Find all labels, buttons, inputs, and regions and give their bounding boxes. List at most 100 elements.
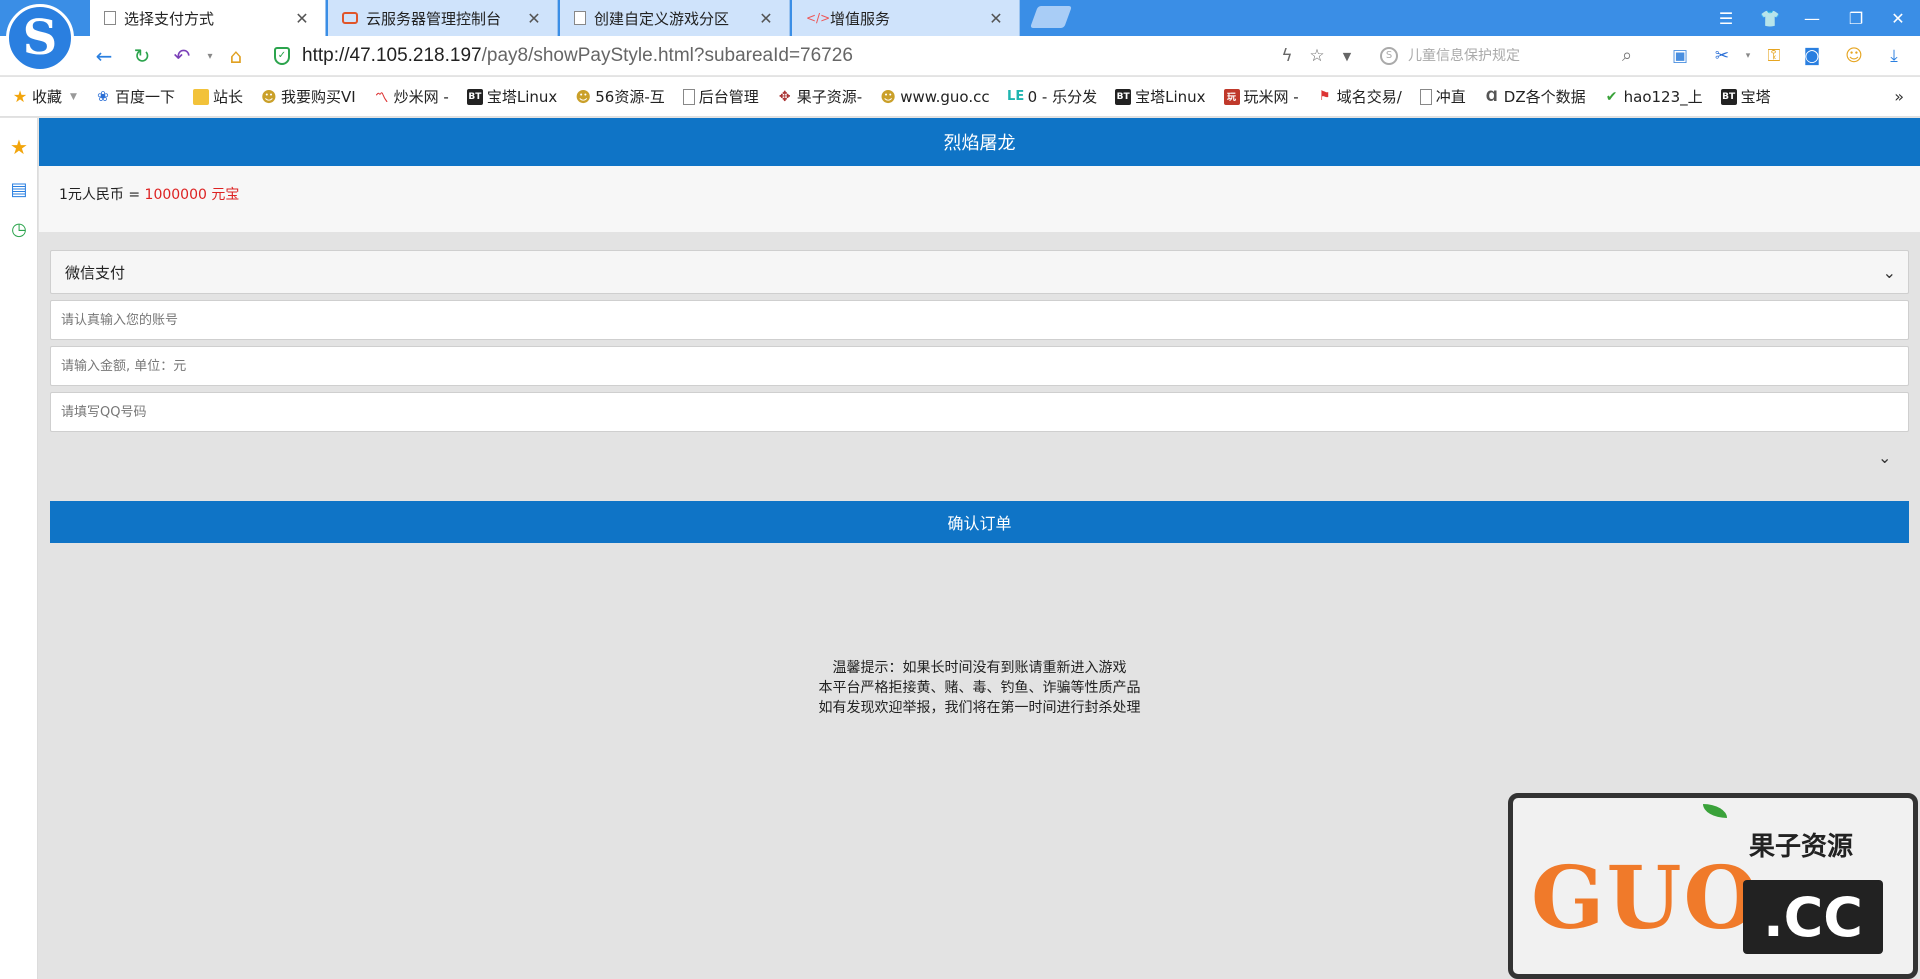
bookmark-label: 后台管理: [698, 88, 759, 106]
bookmark-item[interactable]: 玩玩米网 -: [1223, 86, 1299, 107]
cloud-icon: [342, 12, 358, 24]
browser-logo-icon[interactable]: S: [6, 4, 74, 72]
bookmark-item[interactable]: BT 宝塔: [1720, 86, 1771, 107]
page-icon: [104, 11, 116, 25]
reader-icon[interactable]: ▤: [8, 178, 30, 200]
close-window-icon[interactable]: ✕: [1878, 0, 1918, 36]
home-icon[interactable]: ⌂: [222, 44, 250, 68]
bookmark-item[interactable]: 冲直: [1419, 86, 1466, 107]
bookmark-label: 宝塔Linux: [486, 88, 558, 106]
smile-icon: ☻: [575, 87, 592, 106]
smile-icon: ☻: [261, 87, 277, 106]
minimize-icon[interactable]: —: [1792, 0, 1832, 36]
bookmark-label: 玩米网 -: [1243, 88, 1299, 106]
refresh-icon[interactable]: ↻: [128, 44, 156, 68]
screenshot-icon[interactable]: ▣: [1668, 44, 1692, 68]
key-icon[interactable]: ⚿: [1762, 44, 1786, 68]
dz-icon: Ɑ: [1485, 88, 1498, 105]
image-search-icon[interactable]: ◙: [1800, 44, 1824, 68]
wan-icon: 玩: [1223, 88, 1240, 105]
more-bookmarks-icon[interactable]: »: [1894, 87, 1904, 106]
tab-title: 增值服务: [830, 9, 891, 28]
scissors-icon[interactable]: ✂: [1710, 44, 1734, 68]
restore-icon[interactable]: ❐: [1836, 0, 1876, 36]
skin-icon[interactable]: 👕: [1750, 0, 1790, 36]
payment-method-select[interactable]: 微信支付 ⌄: [50, 250, 1909, 294]
chevron-down-icon: ⌄: [1882, 263, 1896, 282]
amount-input[interactable]: [50, 346, 1909, 386]
lightning-icon[interactable]: ϟ: [1276, 45, 1298, 67]
confirm-order-button[interactable]: 确认订单: [50, 501, 1909, 543]
chart-icon: 〽: [375, 91, 389, 106]
tab-title: 创建自定义游戏分区: [594, 9, 730, 28]
search-input[interactable]: [1408, 48, 1618, 64]
bookmark-item[interactable]: BT 宝塔Linux: [466, 86, 558, 107]
bookmark-item[interactable]: Ɑ DZ各个数据: [1484, 86, 1586, 107]
search-box[interactable]: S: [1380, 42, 1650, 70]
watermark-domain: .CC: [1743, 880, 1883, 954]
dropdown-icon[interactable]: ▼: [1336, 45, 1358, 67]
bookmark-favorites[interactable]: ★ 收藏 ▼: [12, 86, 77, 107]
tab-strip: S 选择支付方式 ✕ 云服务器管理控制台 ✕ 创建自定义游戏分区 ✕ </> 增…: [0, 0, 1920, 72]
chevron-down-icon[interactable]: ⌄: [1878, 448, 1891, 467]
account-input[interactable]: [50, 300, 1909, 340]
close-icon[interactable]: ✕: [293, 9, 311, 28]
sidebar: ★ ▤ ◷: [0, 118, 38, 979]
bookmark-item[interactable]: BT 宝塔Linux: [1115, 86, 1206, 107]
undo-dropdown-icon[interactable]: ▾: [196, 44, 224, 68]
download-icon[interactable]: ⤓: [1882, 44, 1906, 68]
bookmark-item[interactable]: ⚑ 域名交易/: [1317, 86, 1402, 107]
security-shield-icon[interactable]: ✓: [274, 47, 290, 65]
cross-icon: ✥: [778, 88, 791, 105]
back-icon[interactable]: ←: [90, 44, 118, 68]
rate-prefix: 1元人民币 =: [59, 187, 145, 203]
url-path: /pay8/showPayStyle.html?subareaId=76726: [481, 45, 853, 66]
undo-icon[interactable]: ↶: [168, 44, 196, 68]
menu-icon[interactable]: ☰: [1706, 0, 1746, 36]
favorites-star-icon[interactable]: ★: [8, 135, 30, 159]
notice-line: 本平台严格拒接黄、赌、毒、钓鱼、诈骗等性质产品: [818, 680, 1141, 696]
bookmark-item[interactable]: 〽炒米网 -: [374, 86, 449, 107]
code-icon: </>: [806, 11, 831, 25]
bookmark-star-icon[interactable]: ☆: [1306, 45, 1328, 67]
more-icon[interactable]: ☺: [1842, 44, 1866, 68]
tab-value-added[interactable]: </> 增值服务 ✕: [792, 0, 1020, 36]
bt-icon: BT: [1115, 88, 1132, 105]
tab-cloud-console[interactable]: 云服务器管理控制台 ✕: [328, 0, 558, 36]
bookmark-item[interactable]: LE 0 - 乐分发: [1007, 86, 1098, 107]
bookmark-item[interactable]: 后台管理: [682, 86, 759, 107]
tab-pay-style[interactable]: 选择支付方式 ✕: [90, 0, 326, 36]
watermark-brand: GUO: [1531, 848, 1761, 949]
bookmark-label: 果子资源-: [796, 88, 863, 106]
new-tab-button[interactable]: [1029, 6, 1073, 28]
page-icon: [574, 11, 586, 25]
close-icon[interactable]: ✕: [525, 9, 543, 28]
rate-value: 1000000 元宝: [144, 187, 240, 203]
bookmark-item[interactable]: ❀ 百度一下: [95, 86, 175, 107]
close-icon[interactable]: ✕: [987, 9, 1005, 28]
bookmark-item[interactable]: ✥ 果子资源-: [777, 86, 862, 107]
search-engine-icon: S: [1380, 47, 1398, 65]
url-field[interactable]: http://47.105.218.197/pay8/showPayStyle.…: [302, 45, 853, 67]
close-icon[interactable]: ✕: [757, 9, 775, 28]
smile-icon: ☻: [880, 87, 897, 106]
bookmark-label: 0 - 乐分发: [1027, 88, 1098, 106]
leaf-icon: [1703, 804, 1727, 818]
bookmark-item[interactable]: 站长: [192, 86, 243, 107]
dropdown-icon[interactable]: ▾: [1736, 44, 1760, 68]
bookmark-item[interactable]: ☻ 我要购买VI: [261, 86, 356, 107]
doc-icon: [682, 88, 695, 105]
bookmark-item[interactable]: ✔ hao123_上: [1604, 86, 1703, 107]
tab-create-zone[interactable]: 创建自定义游戏分区 ✕: [560, 0, 790, 36]
qq-input[interactable]: [50, 392, 1909, 432]
bookmark-label: 宝塔: [1740, 88, 1771, 106]
bookmark-item[interactable]: ☻ 56资源-互: [575, 86, 664, 107]
bookmark-label: DZ各个数据: [1503, 88, 1586, 106]
bookmark-label: hao123_上: [1623, 88, 1703, 106]
bookmark-item[interactable]: ☻ www.guo.cc: [880, 88, 989, 106]
bt-icon: BT: [466, 88, 483, 105]
address-bar: ← ↻ ↶ ▾ ⌂ ✓ http://47.105.218.197/pay8/s…: [0, 36, 1920, 76]
bt-icon: BT: [1720, 88, 1737, 105]
search-icon[interactable]: ⌕: [1622, 45, 1632, 66]
history-clock-icon[interactable]: ◷: [8, 218, 30, 240]
